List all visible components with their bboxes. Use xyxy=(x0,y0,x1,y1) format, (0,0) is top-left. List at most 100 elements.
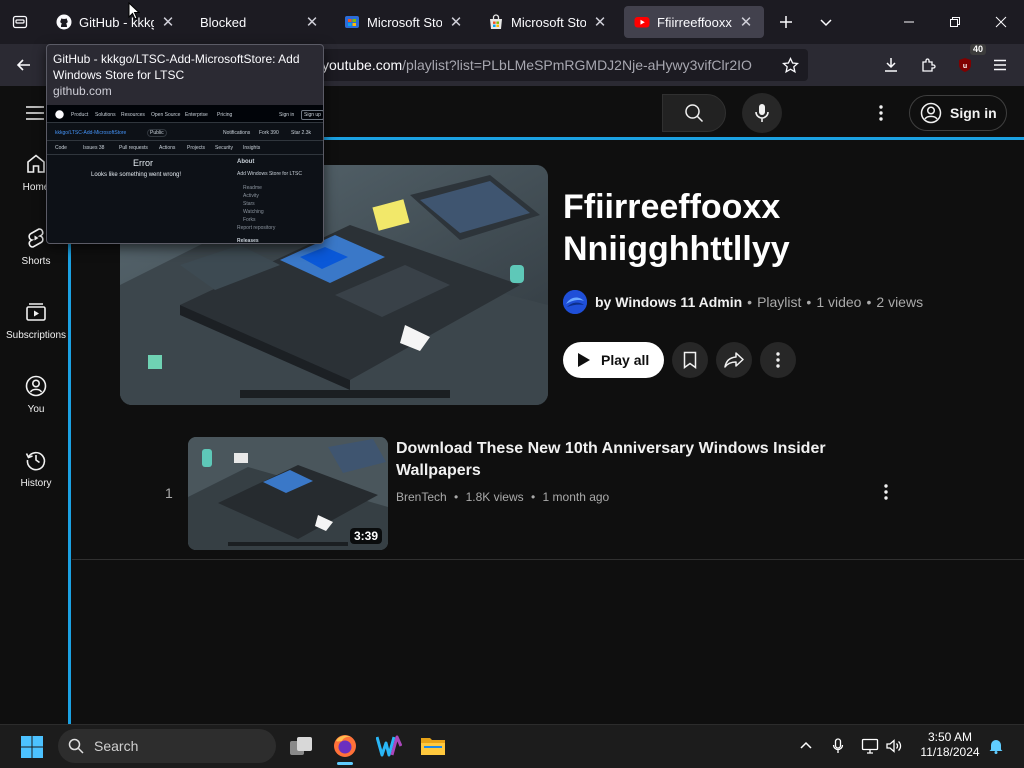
sidebar-item-you[interactable]: You xyxy=(0,362,72,426)
preview-subtab: Security xyxy=(215,145,234,151)
microphone-tray-button[interactable] xyxy=(828,736,848,756)
back-button[interactable] xyxy=(9,50,39,80)
tab-microsoft-store-2[interactable]: Microsoft Store ✕ xyxy=(478,6,618,38)
puzzle-icon xyxy=(922,58,936,72)
tab-title: Microsoft Store xyxy=(367,14,442,30)
list-all-tabs-button[interactable] xyxy=(812,8,840,36)
playlist-owner[interactable]: by Windows 11 Admin xyxy=(595,294,742,310)
preview-star: Star 2.3k xyxy=(291,130,312,136)
task-view-button[interactable] xyxy=(284,729,318,763)
screen: GitHub - kkkgo/LTSC-Add-MicrosoftStore ✕… xyxy=(0,0,1024,768)
share-icon xyxy=(724,352,744,368)
play-all-button[interactable]: Play all xyxy=(563,342,664,378)
wps-icon xyxy=(376,735,402,757)
tab-microsoft-store-1[interactable]: Microsoft Store ✕ xyxy=(334,6,474,38)
preview-subtab: Insights xyxy=(243,145,261,151)
volume-tray-button[interactable] xyxy=(884,736,904,756)
extensions-button[interactable] xyxy=(913,50,943,80)
video-title[interactable]: Download These New 10th Anniversary Wind… xyxy=(396,438,826,482)
taskbar-wps[interactable] xyxy=(372,729,406,763)
bookmark-icon xyxy=(683,351,697,369)
settings-menu-button[interactable] xyxy=(866,98,896,128)
url-host: youtube.com xyxy=(322,57,403,73)
preview-divider xyxy=(47,154,323,155)
hamburger-menu-icon xyxy=(994,59,1006,71)
close-window-button[interactable] xyxy=(978,0,1024,44)
preview-nav-item: Enterprise xyxy=(185,112,208,118)
preview-about-item: Watching xyxy=(243,209,264,215)
hamburger-menu-icon xyxy=(26,106,44,120)
vertical-dots-icon xyxy=(776,352,780,368)
windows-logo-icon xyxy=(21,736,43,758)
sidebar-item-label: Shorts xyxy=(21,255,51,267)
sign-in-label: Sign in xyxy=(950,105,997,121)
tab-github[interactable]: GitHub - kkkgo/LTSC-Add-MicrosoftStore ✕ xyxy=(46,6,186,38)
video-meta: BrenTech • 1.8K views • 1 month ago xyxy=(396,490,609,504)
channel-avatar[interactable] xyxy=(563,290,587,314)
preview-nav-item: Product xyxy=(71,112,89,118)
close-tab-icon[interactable]: ✕ xyxy=(592,14,608,31)
taskbar-firefox[interactable] xyxy=(328,729,362,765)
tab-youtube[interactable]: Ffiirreeffooxx Nniigghhttllyy ✕ xyxy=(624,6,764,38)
address-bar[interactable]: youtube.com/playlist?list=PLbLMeSPmRGMDJ… xyxy=(310,49,808,81)
shorts-icon xyxy=(28,227,44,248)
restore-icon xyxy=(950,17,960,27)
preview-sign-in: Sign in xyxy=(279,112,295,118)
show-hidden-icons-button[interactable] xyxy=(796,736,816,756)
sign-in-button[interactable]: Sign in xyxy=(909,95,1007,131)
close-tab-icon[interactable]: ✕ xyxy=(304,14,320,31)
sidebar-item-subscriptions[interactable]: Subscriptions xyxy=(0,288,72,352)
preview-subtab: Code xyxy=(55,145,67,151)
playlist-video-row[interactable]: 1 3:39 Download These New 10th Anniversa… xyxy=(72,426,1024,560)
notifications-button[interactable] xyxy=(986,736,1006,756)
ublock-shield-icon: u xyxy=(959,58,971,72)
close-tab-icon[interactable]: ✕ xyxy=(160,14,176,31)
guide-menu-button[interactable] xyxy=(22,100,48,126)
microphone-icon xyxy=(755,104,769,122)
tab-blocked[interactable]: Blocked ✕ xyxy=(190,6,330,38)
speaker-icon xyxy=(886,739,902,753)
restore-button[interactable] xyxy=(932,0,978,44)
sidebar-item-label: History xyxy=(20,477,52,489)
preview-about-desc: Add Windows Store for LTSC xyxy=(237,171,302,177)
taskbar-file-explorer[interactable] xyxy=(416,729,450,763)
start-button[interactable] xyxy=(20,735,44,759)
taskbar-clock[interactable]: 3:50 AM 11/18/2024 xyxy=(914,730,986,760)
microsoft-store-icon xyxy=(344,14,360,30)
video-channel[interactable]: BrenTech xyxy=(396,490,447,504)
tab-title: Blocked xyxy=(200,14,247,30)
separator: • xyxy=(454,490,459,504)
extension-badge: 40 xyxy=(969,44,986,55)
search-button[interactable] xyxy=(662,94,726,132)
tab-hover-preview: GitHub - kkkgo/LTSC-Add-MicrosoftStore: … xyxy=(46,44,324,244)
svg-text:u: u xyxy=(963,63,967,70)
video-thumbnail[interactable]: 3:39 xyxy=(188,437,388,550)
bookmark-star-button[interactable] xyxy=(775,50,805,80)
preview-releases: Releases xyxy=(237,238,259,244)
network-tray-button[interactable] xyxy=(860,736,880,756)
new-tab-button[interactable] xyxy=(772,8,800,36)
voice-search-button[interactable] xyxy=(742,93,782,133)
minimize-button[interactable] xyxy=(886,0,932,44)
share-button[interactable] xyxy=(716,342,752,378)
app-menu-button[interactable] xyxy=(985,50,1015,80)
windows-taskbar: Search 3:50 AM 11/18/2024 xyxy=(0,724,1024,768)
tab-title: Ffiirreeffooxx Nniigghhttllyy xyxy=(657,14,732,30)
video-menu-button[interactable] xyxy=(874,480,898,504)
preview-subtab: Pull requests xyxy=(119,145,148,151)
ublock-extension-button[interactable]: u 40 xyxy=(950,44,986,80)
sidebar-item-history[interactable]: History xyxy=(0,436,72,500)
taskbar-search-box[interactable]: Search xyxy=(58,729,276,763)
close-tab-icon[interactable]: ✕ xyxy=(738,14,754,31)
playlist-type: Playlist xyxy=(757,294,802,310)
separator: • xyxy=(806,294,812,310)
close-tab-icon[interactable]: ✕ xyxy=(448,14,464,31)
downloads-button[interactable] xyxy=(876,50,906,80)
tab-title: GitHub - kkkgo/LTSC-Add-MicrosoftStore xyxy=(79,14,154,30)
vertical-dots-icon xyxy=(879,105,883,121)
save-playlist-button[interactable] xyxy=(672,342,708,378)
search-icon xyxy=(685,104,704,123)
firefox-view-button[interactable] xyxy=(6,8,34,36)
preview-subtab: Issues 38 xyxy=(83,145,105,151)
more-actions-button[interactable] xyxy=(760,342,796,378)
